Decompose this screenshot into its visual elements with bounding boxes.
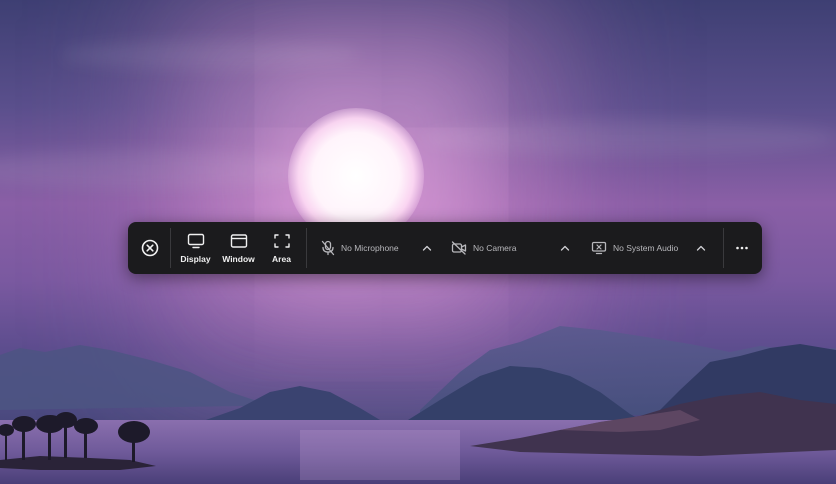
camera-off-icon	[451, 241, 467, 255]
system-audio-options-button[interactable]	[691, 238, 711, 258]
area-mode-button[interactable]: Area	[260, 222, 303, 274]
window-mode-label: Window	[222, 253, 255, 264]
system-audio-off-icon	[591, 241, 607, 255]
area-select-icon	[273, 233, 290, 248]
system-audio-select[interactable]: No System Audio	[591, 222, 691, 274]
microphone-options-button[interactable]	[417, 238, 437, 258]
chevron-up-icon	[560, 245, 570, 251]
screen-capture-toolbar: Display Window Area No Microphone No Cam…	[128, 222, 762, 274]
chevron-up-icon	[422, 245, 432, 251]
display-mode-button[interactable]: Display	[174, 222, 217, 274]
window-mode-button[interactable]: Window	[217, 222, 260, 274]
chevron-up-icon	[696, 245, 706, 251]
microphone-select[interactable]: No Microphone	[321, 222, 417, 274]
more-options-button[interactable]	[724, 222, 760, 274]
camera-select[interactable]: No Camera	[451, 222, 555, 274]
close-circle-icon	[141, 239, 159, 257]
capture-modes: Display Window Area	[174, 222, 303, 274]
monitor-icon	[187, 233, 204, 248]
more-horizontal-icon	[736, 246, 748, 250]
window-icon	[230, 233, 247, 248]
close-button[interactable]	[130, 222, 170, 274]
desktop-wallpaper: Display Window Area No Microphone No Cam…	[0, 0, 836, 484]
display-mode-label: Display	[180, 253, 211, 264]
system-audio-label: No System Audio	[613, 243, 679, 253]
divider	[170, 228, 171, 268]
microphone-label: No Microphone	[341, 243, 399, 253]
microphone-off-icon	[321, 240, 335, 256]
camera-options-button[interactable]	[555, 238, 575, 258]
area-mode-label: Area	[272, 253, 291, 264]
camera-label: No Camera	[473, 243, 517, 253]
divider	[306, 228, 307, 268]
